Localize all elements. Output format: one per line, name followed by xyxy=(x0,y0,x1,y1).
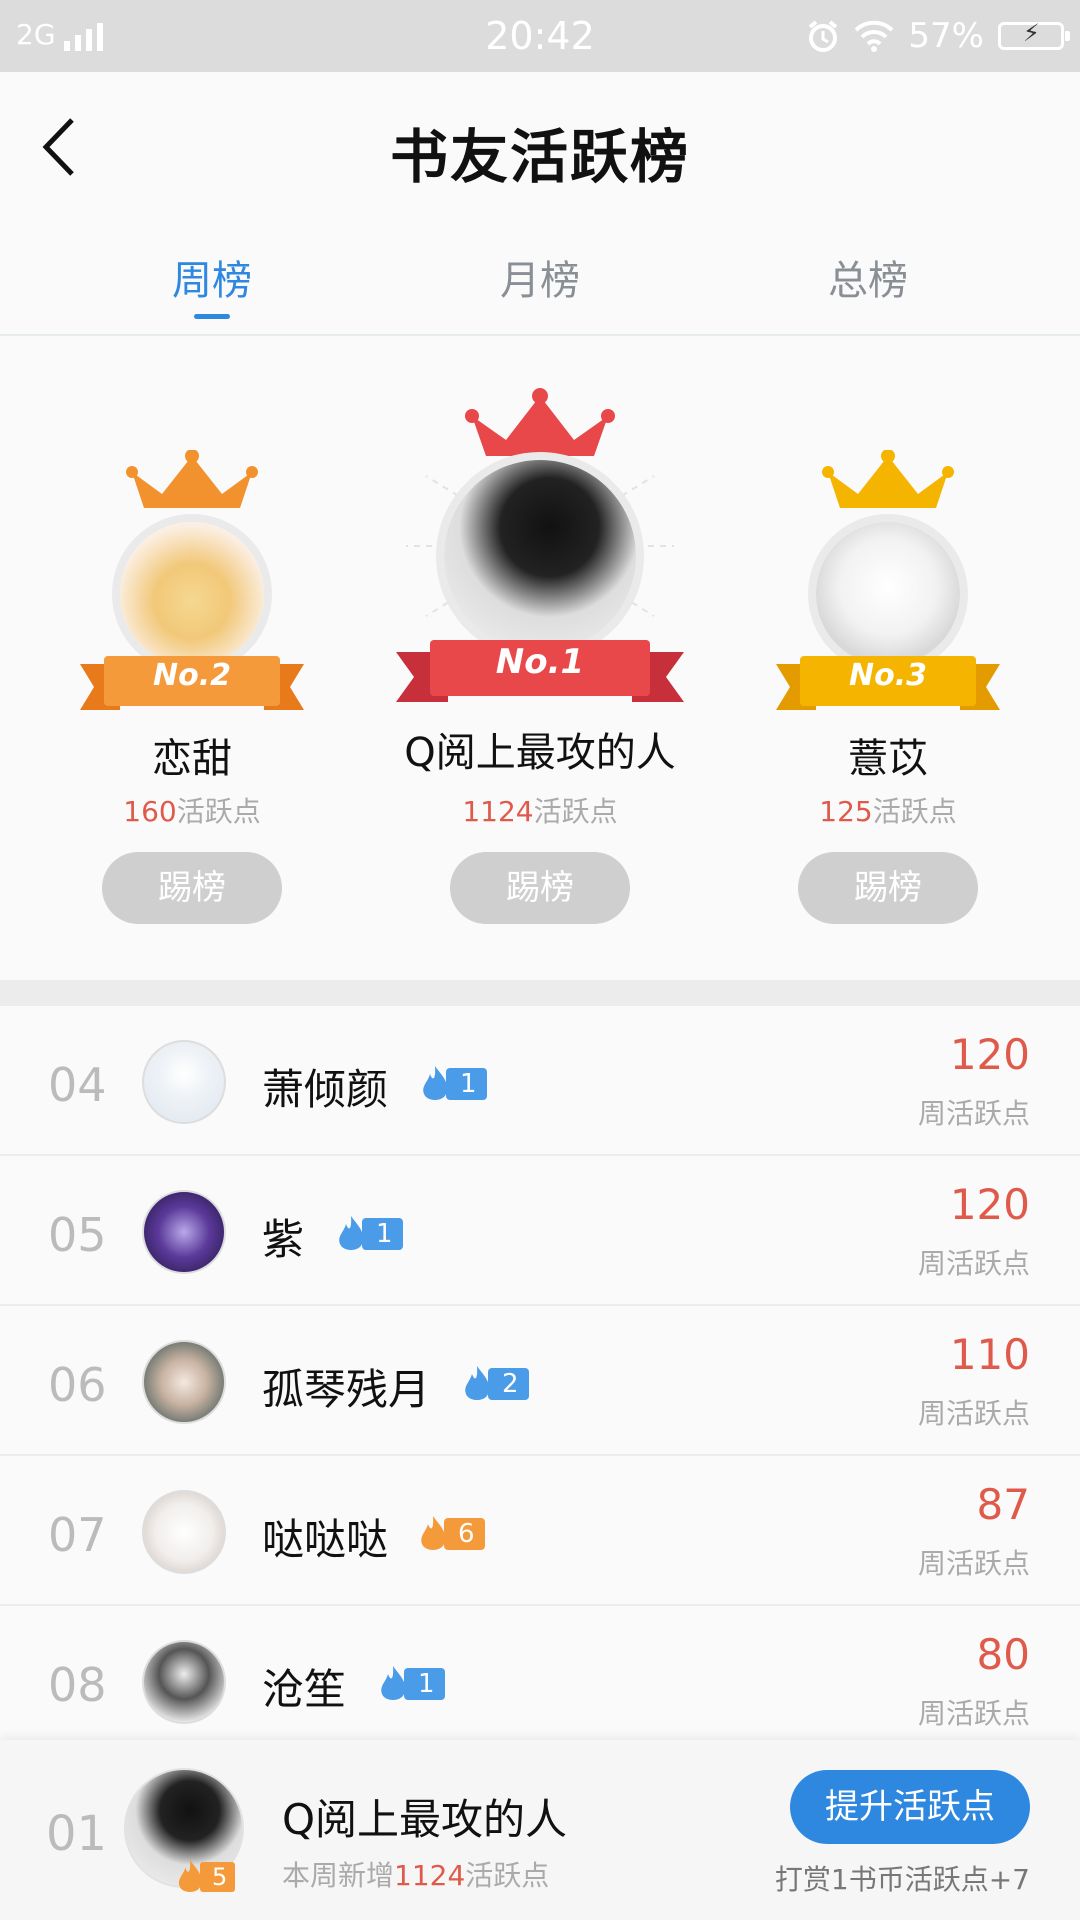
user-name: 萧倾颜 xyxy=(262,1065,389,1114)
status-icons: 57% ⚡ xyxy=(806,16,1070,56)
my-weekly-points: 本周新增1124活跃点 xyxy=(282,1859,550,1892)
user-name: 紫 xyxy=(262,1215,305,1264)
battery-percent: 57% xyxy=(908,16,984,56)
crown-icon xyxy=(126,450,258,508)
table-row[interactable]: 05 紫 1 120 周活跃点 xyxy=(0,1156,1080,1306)
score-value: 80 xyxy=(976,1630,1030,1679)
kick-button[interactable]: 踢榜 xyxy=(798,852,978,924)
tab-weekly[interactable]: 周榜 xyxy=(92,248,332,306)
avatar[interactable] xyxy=(142,1040,226,1124)
tab-monthly[interactable]: 月榜 xyxy=(420,248,660,306)
podium: No.2 恋甜 160活跃点 踢榜 No.1 Q阅上最攻的人 1124活跃点 踢… xyxy=(0,336,1080,980)
level-badge: 1 xyxy=(334,1216,403,1252)
flame-icon xyxy=(465,1366,490,1400)
flame-icon xyxy=(339,1216,364,1250)
winner-points: 160活跃点 xyxy=(123,795,261,828)
avatar[interactable] xyxy=(142,1190,226,1274)
podium-third: No.3 薏苡 125活跃点 踢榜 xyxy=(776,336,1000,936)
score-label: 周活跃点 xyxy=(917,1547,1030,1580)
my-rank-bar: 01 5 Q阅上最攻的人 本周新增1124活跃点 提升活跃点 打赏1书币活跃点+… xyxy=(0,1740,1080,1920)
rank-number: 08 xyxy=(48,1658,107,1712)
user-name: 沧笙 xyxy=(262,1665,347,1714)
level-badge: 1 xyxy=(418,1066,487,1102)
podium-second: No.2 恋甜 160活跃点 踢榜 xyxy=(80,336,304,936)
kick-button[interactable]: 踢榜 xyxy=(450,852,630,924)
score-label: 周活跃点 xyxy=(917,1097,1030,1130)
level-badge: 1 xyxy=(376,1666,445,1702)
avatar[interactable] xyxy=(142,1490,226,1574)
winner-name: 薏苡 xyxy=(848,736,928,782)
rank-number: 06 xyxy=(48,1358,107,1412)
my-name: Q阅上最攻的人 xyxy=(282,1795,568,1844)
score-label: 周活跃点 xyxy=(917,1397,1030,1430)
level-badge: 6 xyxy=(416,1516,485,1552)
section-divider xyxy=(0,980,1080,1006)
alarm-icon xyxy=(809,20,838,52)
flame-icon xyxy=(178,1860,202,1893)
tab-total[interactable]: 总榜 xyxy=(748,248,988,306)
crown-icon xyxy=(822,450,954,508)
flame-icon xyxy=(381,1666,406,1700)
winner-name: 恋甜 xyxy=(152,736,232,782)
level-badge: 5 xyxy=(174,1860,236,1894)
rank-badge: No.3 xyxy=(849,658,927,693)
level-badge: 2 xyxy=(460,1366,529,1402)
rank-badge: No.2 xyxy=(153,658,231,693)
winner-points: 1124活跃点 xyxy=(462,795,618,828)
table-row[interactable]: 04 萧倾颜 1 120 周活跃点 xyxy=(0,1006,1080,1156)
wifi-icon xyxy=(855,20,894,52)
reward-tip: 打赏1书币活跃点+7 xyxy=(774,1863,1030,1896)
table-row[interactable]: 07 哒哒哒 6 87 周活跃点 xyxy=(0,1456,1080,1606)
score-value: 87 xyxy=(976,1480,1030,1529)
avatar[interactable] xyxy=(142,1640,226,1724)
table-row[interactable]: 06 孤琴残月 2 110 周活跃点 xyxy=(0,1306,1080,1456)
my-rank-number: 01 xyxy=(46,1806,108,1862)
avatar[interactable] xyxy=(436,452,644,660)
score-label: 周活跃点 xyxy=(917,1247,1030,1280)
score-value: 120 xyxy=(949,1030,1030,1079)
rank-number: 07 xyxy=(48,1508,107,1562)
score-value: 120 xyxy=(949,1180,1030,1229)
winner-points: 125活跃点 xyxy=(819,795,957,828)
rank-number: 05 xyxy=(48,1208,107,1262)
podium-first: No.1 Q阅上最攻的人 1124活跃点 踢榜 xyxy=(396,336,684,936)
flame-icon xyxy=(421,1516,446,1550)
status-bar: 2G 20:42 57% ⚡ xyxy=(0,0,1080,72)
flame-icon xyxy=(423,1066,448,1100)
table-row[interactable]: 08 沧笙 1 80 周活跃点 xyxy=(0,1606,1080,1756)
rank-badge: No.1 xyxy=(495,642,585,682)
user-name: 孤琴残月 xyxy=(262,1365,431,1414)
tab-active-indicator xyxy=(194,314,230,319)
winner-name: Q阅上最攻的人 xyxy=(404,730,676,776)
header: 书友活跃榜 xyxy=(0,72,1080,220)
avatar[interactable] xyxy=(142,1340,226,1424)
battery-icon: ⚡ xyxy=(998,19,1070,50)
score-label: 周活跃点 xyxy=(917,1697,1030,1730)
score-value: 110 xyxy=(949,1330,1030,1379)
tab-bar: 周榜 月榜 总榜 xyxy=(0,220,1080,336)
kick-button[interactable]: 踢榜 xyxy=(102,852,282,924)
page-title: 书友活跃榜 xyxy=(389,123,690,191)
boost-activity-button[interactable]: 提升活跃点 xyxy=(790,1770,1030,1844)
user-name: 哒哒哒 xyxy=(262,1515,389,1564)
rank-number: 04 xyxy=(48,1058,107,1112)
